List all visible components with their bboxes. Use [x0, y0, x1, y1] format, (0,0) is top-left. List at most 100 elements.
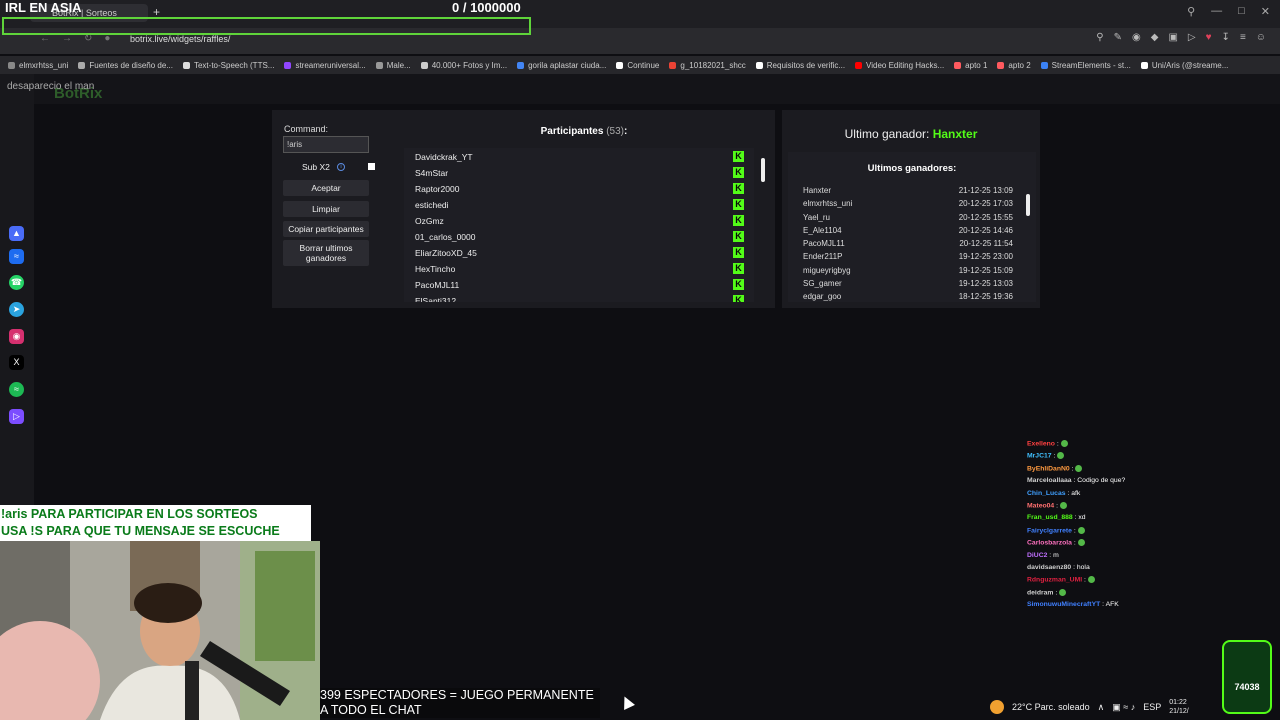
participants-scroll-thumb[interactable]: [761, 158, 765, 182]
zoom-icon[interactable]: ⚲: [1096, 32, 1103, 43]
close-icon[interactable]: ✕: [1261, 5, 1270, 18]
bookmark-favicon-icon: [755, 61, 763, 69]
winner-row: SG_gamer 19-12-25 13:03: [803, 279, 1013, 292]
bookmarks-bar: elmxrhtss_uni Fuentes de diseño de... Text…: [0, 56, 1280, 74]
chat-separator: :: [1071, 527, 1078, 535]
participant-name: Raptor2000: [415, 184, 460, 194]
bookmark-item[interactable]: 40.000+ Fotos y Im...: [420, 60, 508, 70]
bookmark-item[interactable]: Continue: [616, 61, 659, 70]
participant-row[interactable]: ElSanti312 K: [404, 292, 754, 302]
puzzle-icon[interactable]: ▣: [1168, 32, 1177, 43]
bookmark-favicon-icon: [616, 61, 624, 69]
sub-x2-checkbox[interactable]: [368, 163, 375, 170]
telegram-icon[interactable]: ➤: [9, 302, 24, 317]
participant-row[interactable]: estichedi K: [404, 196, 754, 212]
profile-icon[interactable]: ☺: [1256, 32, 1266, 43]
x-icon[interactable]: X: [9, 355, 24, 370]
download-icon[interactable]: ↧: [1222, 32, 1230, 43]
bookmark-item[interactable]: Fuentes de diseño de...: [78, 61, 173, 70]
participant-row[interactable]: OzGmz K: [404, 212, 754, 228]
chat-text: m: [1053, 551, 1059, 559]
participants-list[interactable]: Davidckrak_YT K S4mStar K Raptor2000 Kestiche…: [404, 148, 754, 302]
chat-message: MrJC17 :: [1023, 452, 1280, 464]
clock[interactable]: 01:22 21/12/: [1169, 698, 1188, 716]
search-icon[interactable]: ⚲: [1187, 5, 1195, 18]
heart-icon[interactable]: ♥: [1206, 32, 1212, 43]
bookmark-label: 40.000+ Fotos y Im...: [431, 60, 508, 70]
participant-row[interactable]: EliarZitooXD_45 K: [404, 244, 754, 260]
messenger-icon[interactable]: ≈: [9, 249, 24, 264]
winner-row: edgar_goo 18-12-25 19:36: [803, 292, 1013, 302]
command-label: Command:: [284, 124, 329, 134]
bookmark-label: Male...: [386, 60, 411, 70]
participant-row[interactable]: Raptor2000 K: [404, 180, 754, 196]
participants-colon: :: [624, 126, 628, 137]
kick-platform-icon: K: [733, 183, 744, 194]
chat-username: Carlosbarzola: [1027, 539, 1072, 547]
weather-icon[interactable]: [990, 700, 1004, 714]
bookmark-item[interactable]: g_10182021_shcc: [669, 61, 746, 70]
participant-name: OzGmz: [415, 216, 444, 226]
bookmark-label: apto 1: [965, 60, 988, 70]
weather-text[interactable]: 22°C Parc. soleado: [1012, 702, 1090, 712]
bookmark-item[interactable]: gorila aplastar ciuda...: [517, 61, 606, 70]
maximize-icon[interactable]: □: [1238, 5, 1245, 18]
bookmark-item[interactable]: Video Editing Hacks...: [855, 61, 944, 70]
chat-emote-icon: [1087, 576, 1095, 584]
bookmark-item[interactable]: elmxrhtss_uni: [8, 61, 68, 70]
play-icon[interactable]: ▷: [1188, 32, 1196, 43]
clock-time: 01:22: [1169, 699, 1187, 706]
kick-platform-icon: K: [733, 279, 744, 290]
player-icon[interactable]: ▷: [9, 409, 24, 424]
bookmark-item[interactable]: Text-to-Speech (TTS...: [182, 61, 274, 70]
winner-date: 20-12-25 11:54: [959, 239, 1013, 249]
chat-message: davidsaenz80 : hola: [1023, 564, 1280, 576]
chat-text: afk: [1071, 489, 1081, 497]
minimize-icon[interactable]: —: [1211, 5, 1222, 18]
participant-name: estichedi: [415, 200, 449, 210]
bookmark-item[interactable]: StreamElements - st...: [1040, 61, 1131, 70]
info-icon[interactable]: i: [337, 163, 345, 171]
participant-name: PacoMJL11: [415, 280, 460, 290]
camera-icon[interactable]: ◉: [1132, 32, 1141, 43]
participant-row[interactable]: HexTincho K: [404, 260, 754, 276]
language-indicator[interactable]: ESP: [1143, 702, 1161, 712]
menu-icon[interactable]: ≡: [1240, 32, 1246, 43]
url-field[interactable]: botrix.live/widgets/raffles/: [130, 34, 230, 44]
edit-icon[interactable]: ✎: [1114, 32, 1122, 43]
winner-date: 18-12-25 19:36: [958, 292, 1013, 302]
banner-line-2: USA !S PARA QUE TU MENSAJE SE ESCUCHE: [1, 524, 280, 538]
copy-participants-button[interactable]: Copiar participantes: [283, 221, 369, 237]
whatsapp-icon[interactable]: ☎: [9, 275, 24, 290]
bookmark-item[interactable]: Requisitos de verific...: [755, 61, 845, 70]
instagram-icon[interactable]: ◉: [9, 329, 24, 344]
page-header: [34, 74, 1280, 104]
participant-name: Davidckrak_YT: [415, 152, 473, 162]
winner-row: migueyrigbyg 19-12-25 15:09: [803, 266, 1013, 279]
participant-row[interactable]: 01_carlos_0000 K: [404, 228, 754, 244]
participant-row[interactable]: S4mStar K: [404, 164, 754, 180]
bookmark-item[interactable]: apto 2: [997, 61, 1031, 70]
command-input[interactable]: [283, 136, 369, 153]
accept-button[interactable]: Aceptar: [283, 180, 369, 196]
participant-row[interactable]: Davidckrak_YT K: [404, 148, 754, 164]
delete-winners-button[interactable]: Borrar ultimos ganadores: [283, 240, 369, 266]
sidebar-app-icon[interactable]: ▲: [9, 226, 24, 241]
bookmark-item[interactable]: Male...: [375, 60, 411, 70]
kick-platform-icon: K: [733, 295, 744, 302]
winners-scroll-thumb[interactable]: [1026, 194, 1030, 216]
participant-row[interactable]: PacoMJL11 K: [404, 276, 754, 292]
spotify-icon[interactable]: ≈: [9, 382, 24, 397]
chat-message: SimonuwuMinecraftYT : AFK: [1023, 601, 1280, 613]
tray-chevron-icon[interactable]: ∧: [1098, 702, 1105, 713]
bookmark-item[interactable]: apto 1: [954, 61, 987, 70]
bookmark-item[interactable]: streameruniversal...: [284, 61, 366, 70]
bookmark-item[interactable]: Uni/Aris (@streame...: [1140, 61, 1228, 70]
bookmark-favicon-icon: [855, 61, 863, 69]
sub-x2-toggle[interactable]: Sub X2 i: [283, 160, 375, 174]
winner-name: edgar_goo: [803, 292, 842, 302]
clear-button[interactable]: Limpiar: [283, 201, 369, 217]
winners-list[interactable]: Hanxter 21-12-25 13:09 elmxrhtss_uni 20-12-…: [803, 186, 1013, 302]
tray-app-icons[interactable]: ▣ ≈ ♪: [1112, 702, 1135, 713]
shield-icon[interactable]: ◆: [1151, 32, 1159, 43]
